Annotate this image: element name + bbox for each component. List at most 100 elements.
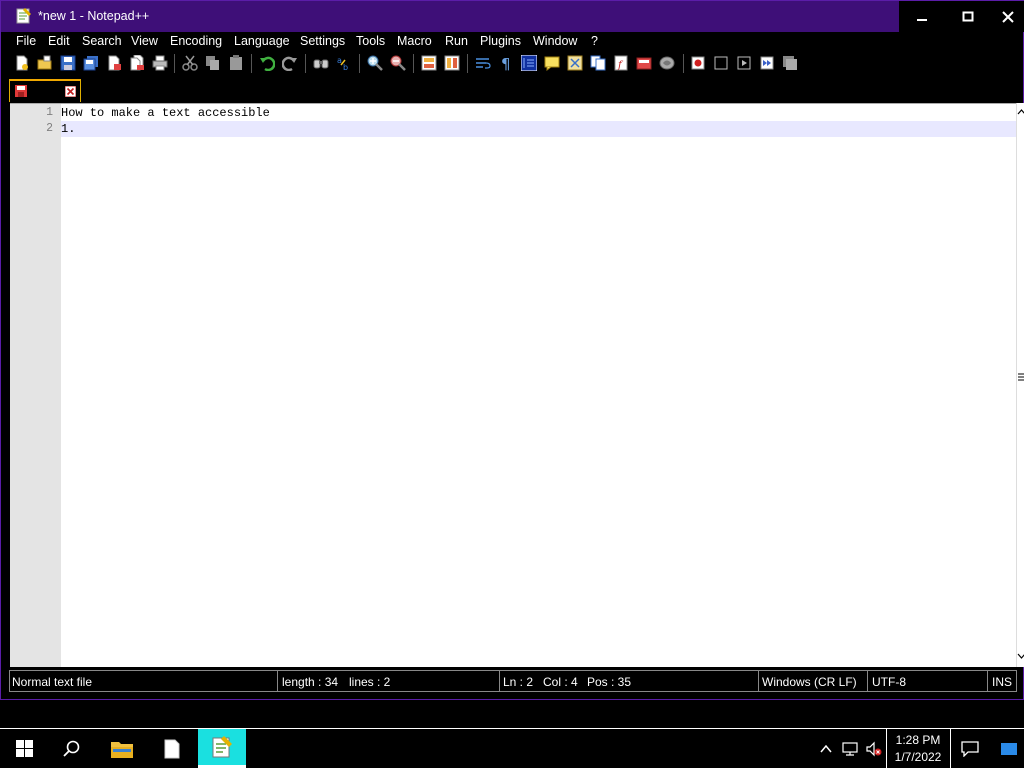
show-desktop-button[interactable] xyxy=(994,729,1024,768)
clock-time: 1:28 PM xyxy=(895,733,941,747)
tab-new-1[interactable] xyxy=(9,79,81,102)
menu-macro[interactable]: Macro xyxy=(397,34,432,48)
user-define-lang-icon[interactable] xyxy=(544,55,560,71)
zoom-in-icon[interactable] xyxy=(367,55,383,71)
close-file-icon[interactable] xyxy=(106,55,122,71)
zoom-out-icon[interactable] xyxy=(390,55,406,71)
folder-workspace-icon[interactable] xyxy=(636,55,652,71)
menu-run[interactable]: Run xyxy=(445,34,468,48)
desktop-icon xyxy=(1001,742,1017,755)
notepadpp-taskbar-button[interactable] xyxy=(198,729,246,768)
notification-icon xyxy=(961,740,979,757)
monitoring-icon[interactable] xyxy=(659,55,675,71)
stop-macro-icon[interactable] xyxy=(713,55,729,71)
toolbar-separator xyxy=(413,54,414,73)
close-window-button[interactable] xyxy=(991,1,1024,32)
save-macro-icon[interactable] xyxy=(782,55,798,71)
menu-tools[interactable]: Tools xyxy=(356,34,385,48)
find-icon[interactable] xyxy=(313,55,329,71)
redo-icon[interactable] xyxy=(282,55,298,71)
menu-language[interactable]: Language xyxy=(234,34,290,48)
status-bar: Normal text file length : 34 lines : 2 L… xyxy=(9,670,1017,692)
status-ln: Ln : 2 xyxy=(503,675,534,689)
menu-help[interactable]: ? xyxy=(591,34,598,48)
scroll-up-icon[interactable] xyxy=(1017,105,1024,119)
replace-icon[interactable]: ab xyxy=(336,55,352,71)
line-number-gutter: 1 2 xyxy=(10,104,61,667)
search-button[interactable] xyxy=(48,729,96,768)
chevron-up-icon xyxy=(820,744,832,752)
svg-text:b: b xyxy=(343,63,348,71)
tab-bar xyxy=(1,75,1023,102)
close-icon xyxy=(1001,10,1014,23)
status-eol[interactable]: Windows (CR LF) xyxy=(762,675,857,689)
status-divider xyxy=(499,671,500,691)
editor-line-current[interactable]: 1. xyxy=(61,121,1016,137)
scroll-thumb-grip-icon[interactable] xyxy=(1018,373,1024,381)
notepad-button[interactable] xyxy=(148,729,196,768)
toolbar-separator xyxy=(174,54,175,73)
paste-icon[interactable] xyxy=(228,55,244,71)
sync-horizontal-icon[interactable] xyxy=(444,55,460,71)
menu-file[interactable]: File xyxy=(16,34,36,48)
vertical-scrollbar[interactable] xyxy=(1016,103,1024,667)
text-editor[interactable]: 1 2 How to make a text accessible 1. xyxy=(10,103,1016,667)
line-text: How to make a text accessible xyxy=(61,106,270,120)
maximize-button[interactable] xyxy=(945,1,991,32)
volume-tray-button[interactable] xyxy=(862,729,886,768)
print-icon[interactable] xyxy=(152,55,168,71)
show-hidden-icons-button[interactable] xyxy=(814,729,838,768)
svg-text:¶: ¶ xyxy=(501,55,511,71)
copy-icon[interactable] xyxy=(205,55,221,71)
tray-divider xyxy=(886,729,887,768)
doc-map-icon[interactable] xyxy=(567,55,583,71)
open-file-icon[interactable] xyxy=(37,55,53,71)
sync-vertical-icon[interactable] xyxy=(421,55,437,71)
doc-list-icon[interactable] xyxy=(590,55,606,71)
record-macro-icon[interactable] xyxy=(690,55,706,71)
menu-edit[interactable]: Edit xyxy=(48,34,70,48)
menu-window[interactable]: Window xyxy=(533,34,577,48)
status-divider xyxy=(987,671,988,691)
undo-icon[interactable] xyxy=(259,55,275,71)
desktop-screen: *new 1 - Notepad++ File Edit Search View… xyxy=(0,0,1024,768)
word-wrap-icon[interactable] xyxy=(475,55,491,71)
toolbar-separator xyxy=(467,54,468,73)
title-bar[interactable]: *new 1 - Notepad++ xyxy=(1,1,1024,32)
run-macro-multiple-icon[interactable] xyxy=(759,55,775,71)
menu-plugins[interactable]: Plugins xyxy=(480,34,521,48)
tab-close-icon[interactable] xyxy=(65,86,76,97)
toolbar-separator xyxy=(359,54,360,73)
notifications-button[interactable] xyxy=(952,729,988,768)
toolbar-separator xyxy=(251,54,252,73)
cut-icon[interactable] xyxy=(182,55,198,71)
status-insert-mode: INS xyxy=(992,675,1013,689)
save-icon[interactable] xyxy=(60,55,76,71)
file-explorer-button[interactable] xyxy=(98,729,146,768)
start-button[interactable] xyxy=(0,729,48,768)
editor-line[interactable]: How to make a text accessible xyxy=(61,105,1016,121)
status-lines: lines : 2 xyxy=(349,675,391,689)
show-all-chars-icon[interactable]: ¶ xyxy=(498,55,514,71)
function-list-icon[interactable]: f xyxy=(613,55,629,71)
minimize-button[interactable] xyxy=(899,1,945,32)
play-macro-icon[interactable] xyxy=(736,55,752,71)
status-pos: Pos : 35 xyxy=(587,675,632,689)
save-all-icon[interactable] xyxy=(83,55,99,71)
status-file-type: Normal text file xyxy=(12,675,93,689)
scroll-down-icon[interactable] xyxy=(1017,649,1024,663)
network-tray-button[interactable] xyxy=(838,729,862,768)
status-encoding[interactable]: UTF-8 xyxy=(872,675,906,689)
close-all-icon[interactable] xyxy=(129,55,145,71)
indent-guide-icon[interactable] xyxy=(521,55,537,71)
menu-view[interactable]: View xyxy=(131,34,158,48)
line-text: 1. xyxy=(61,122,76,136)
status-divider xyxy=(277,671,278,691)
new-file-icon[interactable] xyxy=(14,55,30,71)
toolbar-separator xyxy=(683,54,684,73)
menu-settings[interactable]: Settings xyxy=(300,34,345,48)
clock[interactable]: 1:28 PM 1/7/2022 xyxy=(888,732,948,766)
menu-encoding[interactable]: Encoding xyxy=(170,34,222,48)
volume-muted-icon xyxy=(866,741,882,756)
menu-search[interactable]: Search xyxy=(82,34,122,48)
